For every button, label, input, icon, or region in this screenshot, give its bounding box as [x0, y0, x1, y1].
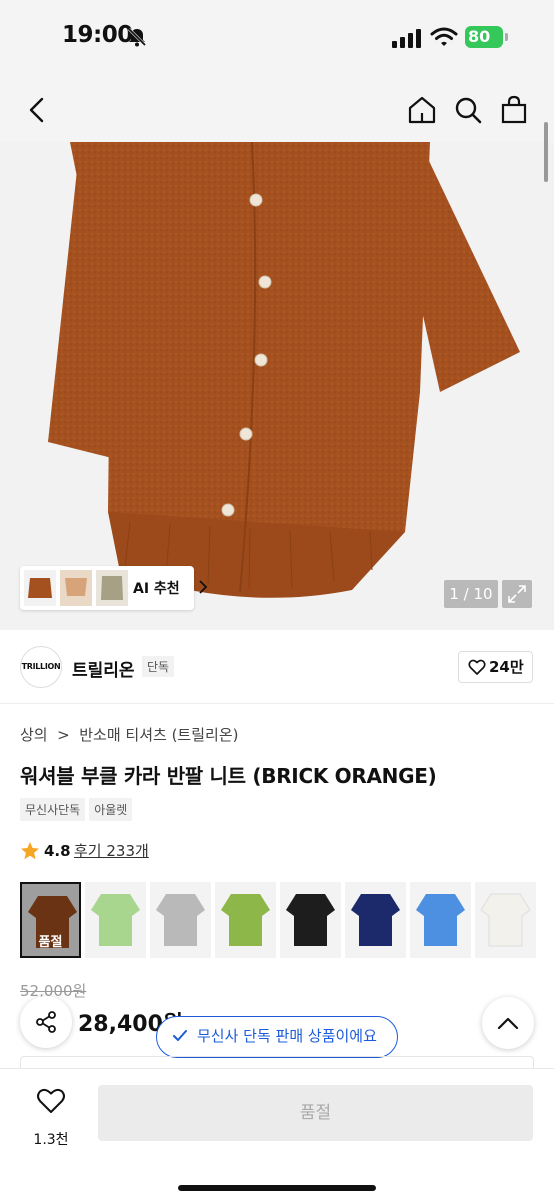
- share-button[interactable]: [20, 996, 72, 1048]
- shopping-bag-icon[interactable]: [498, 94, 530, 126]
- wishlist-button[interactable]: 1.3천: [22, 1083, 80, 1148]
- color-option-blue[interactable]: [410, 882, 471, 958]
- bottom-action-bar: 1.3천 품절: [0, 1068, 554, 1200]
- image-counter: 1 / 10: [444, 580, 498, 608]
- wifi-icon: [430, 27, 458, 46]
- brand-exclusive-badge: 단독: [142, 656, 175, 677]
- check-icon: [173, 1030, 187, 1041]
- review-link[interactable]: 후기 233개: [74, 840, 149, 862]
- color-options: 품절: [20, 882, 536, 958]
- brand-like-button[interactable]: 24만: [458, 651, 533, 683]
- product-title: 워셔블 부클 카라 반팔 니트 (BRICK ORANGE): [20, 764, 437, 788]
- shirt-thumbnail: [91, 894, 140, 946]
- status-time: 19:00: [62, 22, 133, 48]
- color-option-white[interactable]: [475, 882, 536, 958]
- brand-like-count: 24만: [489, 658, 524, 676]
- chevron-right-icon: [199, 580, 208, 594]
- ai-recommend-label: AI 추천: [133, 581, 180, 597]
- color-option-brick-orange[interactable]: 품절: [20, 882, 81, 958]
- bell-muted-icon: [127, 27, 147, 47]
- tag-exclusive: 무신사단독: [20, 798, 86, 821]
- status-bar: 19:00 80: [0, 0, 554, 78]
- shirt-thumbnail: [351, 894, 400, 946]
- ai-recommend-card[interactable]: AI 추천: [20, 566, 208, 610]
- heart-icon: [37, 1088, 65, 1113]
- ai-thumb-3: [96, 570, 128, 606]
- battery-cap: [505, 33, 508, 41]
- ai-thumb-1: [24, 570, 56, 606]
- signal-icon: [392, 29, 421, 48]
- breadcrumb[interactable]: 상의 > 반소매 티셔츠 (트릴리온): [20, 724, 238, 745]
- expand-icon: [508, 585, 526, 603]
- exclusive-banner: 무신사 단독 판매 상품이에요: [156, 1016, 398, 1058]
- shirt-thumbnail: [286, 894, 335, 946]
- top-nav: [0, 78, 554, 142]
- soldout-label: 품절: [38, 935, 63, 950]
- color-option-light-green[interactable]: [85, 882, 146, 958]
- share-icon: [36, 1011, 56, 1033]
- ai-thumb-2: [60, 570, 92, 606]
- search-icon[interactable]: [452, 94, 484, 126]
- product-tags: 무신사단독 아울렛: [20, 798, 133, 821]
- brand-logo[interactable]: TRILLION: [20, 646, 62, 688]
- shirt-thumbnail: [221, 894, 270, 946]
- product-image-carousel[interactable]: [0, 142, 554, 630]
- brand-row: TRILLION 트릴리온 단독 24만: [0, 630, 554, 704]
- expand-image-button[interactable]: [502, 580, 532, 608]
- battery-level: 80: [468, 27, 491, 46]
- scroll-top-button[interactable]: [482, 997, 534, 1049]
- exclusive-banner-text: 무신사 단독 판매 상품이에요: [197, 1027, 377, 1045]
- wishlist-count: 1.3천: [33, 1132, 69, 1148]
- color-option-olive-green[interactable]: [215, 882, 276, 958]
- back-icon[interactable]: [22, 94, 54, 126]
- chevron-up-icon: [497, 1017, 519, 1030]
- home-indicator: [178, 1185, 376, 1191]
- brand-name[interactable]: 트릴리온: [72, 656, 135, 681]
- shirt-thumbnail: [156, 894, 205, 946]
- color-option-black[interactable]: [280, 882, 341, 958]
- rating-value: 4.8: [44, 842, 71, 860]
- shirt-thumbnail: [416, 894, 465, 946]
- home-icon[interactable]: [406, 94, 438, 126]
- product-photo: [48, 142, 520, 598]
- heart-icon: [468, 659, 486, 675]
- color-option-navy[interactable]: [345, 882, 406, 958]
- shirt-thumbnail: [480, 893, 531, 947]
- color-option-gray[interactable]: [150, 882, 211, 958]
- star-icon: [21, 842, 39, 860]
- tag-outlet: 아울렛: [89, 798, 133, 821]
- battery-indicator: 80: [465, 26, 503, 48]
- scroll-indicator[interactable]: [544, 122, 548, 182]
- buy-button[interactable]: 품절: [98, 1085, 533, 1141]
